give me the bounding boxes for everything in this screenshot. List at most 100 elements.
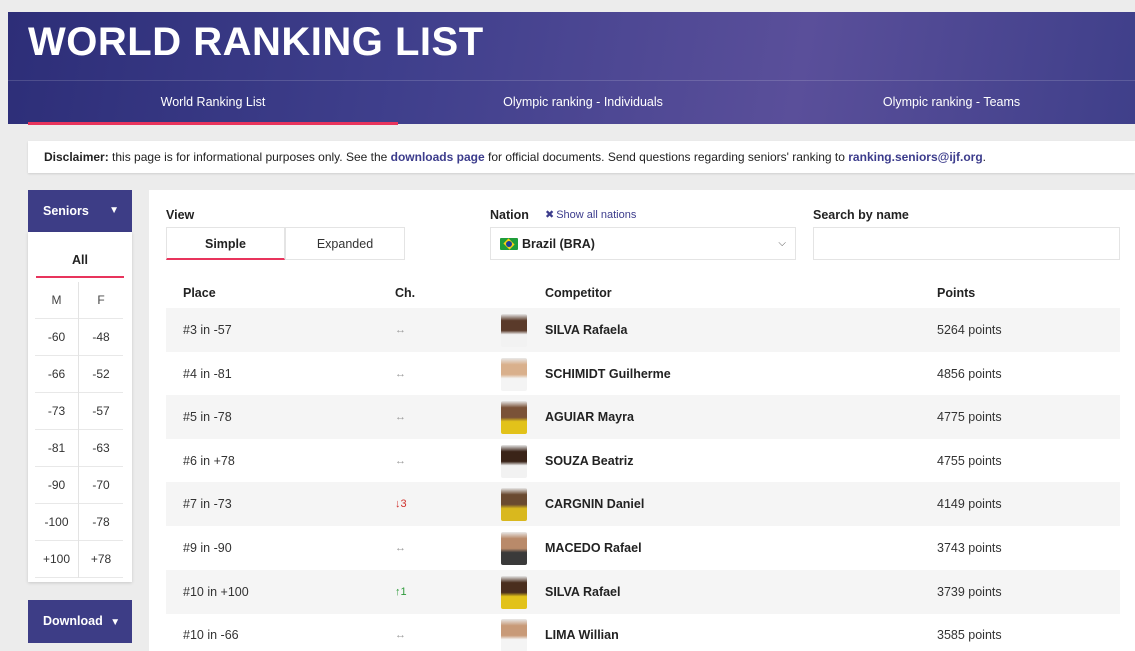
column-header-place[interactable]: Place (183, 286, 216, 300)
weight-women-item[interactable]: -57 (79, 393, 123, 430)
place-cell: #4 in -81 (183, 366, 232, 381)
competitor-name[interactable]: SOUZA Beatriz (545, 439, 633, 483)
competitor-photo[interactable] (501, 575, 527, 609)
search-label: Search by name (813, 208, 909, 222)
weight-women-item[interactable]: -52 (79, 356, 123, 393)
nation-label: Nation (490, 208, 529, 222)
competitor-name[interactable]: AGUIAR Mayra (545, 395, 634, 439)
chevron-down-icon: ⌵ (778, 238, 786, 249)
tab-olympic-ranking-teams[interactable]: Olympic ranking - Teams (768, 81, 1135, 125)
competitor-name[interactable]: CARGNIN Daniel (545, 482, 644, 526)
points-cell: 3743 points (937, 541, 1002, 555)
place-cell: #7 in -73 (183, 497, 232, 512)
weight-women-item[interactable]: -70 (79, 467, 123, 504)
table-row[interactable]: #10 in -66 ↔ LIMA Willian 3585 points (166, 613, 1120, 651)
weight-men-item[interactable]: -90 (35, 467, 78, 504)
weight-women-item[interactable]: -78 (79, 504, 123, 541)
weight-men-item[interactable]: +100 (35, 541, 78, 578)
weight-women-item[interactable]: +78 (79, 541, 123, 578)
change-cell: ↔ (395, 324, 406, 336)
tab-world-ranking-list[interactable]: World Ranking List (28, 81, 398, 125)
view-label: View (166, 208, 195, 222)
competitor-photo[interactable] (501, 314, 527, 347)
main-nav: World Ranking List Olympic ranking - Ind… (8, 80, 1135, 125)
disclaimer-text: . (982, 150, 986, 164)
show-all-nations-link[interactable]: ✖ Show all nations (545, 208, 636, 221)
points-cell: 3739 points (937, 584, 1002, 599)
points-cell: 4755 points (937, 453, 1002, 468)
category-dropdown-button[interactable]: Seniors ▼ (28, 190, 132, 232)
table-row[interactable]: #9 in -90 ↔ MACEDO Rafael 3743 points (166, 526, 1120, 570)
competitor-photo[interactable] (501, 619, 527, 651)
competitor-photo[interactable] (501, 401, 527, 435)
ranking-panel: View Simple Expanded Nation ✖ Show all na… (149, 190, 1135, 651)
table-row[interactable]: #10 in +100 ↑1 SILVA Rafael 3739 points (166, 569, 1120, 614)
weight-men-item[interactable]: -100 (35, 504, 78, 541)
competitor-name[interactable]: LIMA Willian (545, 613, 619, 651)
table-row[interactable]: #6 in +78 ↔ SOUZA Beatriz 4755 points (166, 439, 1120, 483)
change-cell: ↔ (395, 454, 406, 467)
download-button[interactable]: Download ▼ (28, 600, 132, 643)
place-cell: #9 in -90 (183, 541, 232, 555)
view-expanded-button[interactable]: Expanded (285, 227, 405, 260)
competitor-photo[interactable] (501, 444, 527, 478)
place-cell: #5 in -78 (183, 410, 232, 425)
points-cell: 3585 points (937, 628, 1002, 643)
points-cell: 5264 points (937, 323, 1002, 337)
weight-men-item[interactable]: -66 (35, 356, 78, 393)
x-icon: ✖ (545, 209, 555, 221)
brazil-flag-icon (500, 238, 518, 250)
weight-women-item[interactable]: -63 (79, 430, 123, 467)
competitor-name[interactable]: SILVA Rafaela (545, 308, 627, 352)
weight-category-panel: All M -60 -66 -73 -81 -90 -100 +100 F -4… (28, 232, 132, 582)
competitor-name[interactable]: MACEDO Rafael (545, 526, 642, 570)
table-row[interactable]: #5 in -78 ↔ AGUIAR Mayra 4775 points (166, 395, 1120, 440)
men-header[interactable]: M (35, 282, 78, 319)
caret-down-icon: ▼ (110, 617, 121, 628)
place-cell: #10 in +100 (183, 584, 249, 599)
place-cell: #10 in -66 (183, 628, 239, 643)
header-banner: WORLD RANKING LIST World Ranking List Ol… (8, 12, 1135, 125)
competitor-photo[interactable] (501, 532, 527, 565)
nation-value: Brazil (BRA) (522, 237, 595, 251)
table-row[interactable]: #4 in -81 ↔ SCHIMIDT Guilherme 4856 points (166, 352, 1120, 396)
weight-women-item[interactable]: -48 (79, 319, 123, 356)
table-row[interactable]: #3 in -57 ↔ SILVA Rafaela 5264 points (166, 308, 1120, 352)
women-header[interactable]: F (79, 282, 123, 319)
change-cell: ↓3 (395, 498, 407, 511)
category-label: Seniors (43, 204, 89, 218)
nation-select[interactable]: Brazil (BRA) ⌵ (490, 227, 796, 260)
disclaimer-text: this page is for informational purposes … (108, 150, 391, 164)
download-label: Download (43, 614, 103, 628)
downloads-page-link[interactable]: downloads page (391, 150, 485, 164)
column-header-competitor[interactable]: Competitor (545, 286, 612, 300)
men-weight-column: M -60 -66 -73 -81 -90 -100 +100 (35, 282, 79, 578)
change-cell: ↔ (395, 542, 406, 554)
table-row[interactable]: #7 in -73 ↓3 CARGNIN Daniel 4149 points (166, 482, 1120, 527)
change-cell: ↑1 (395, 585, 407, 598)
weight-men-item[interactable]: -81 (35, 430, 78, 467)
change-cell: ↔ (395, 629, 406, 642)
disclaimer-bar: Disclaimer: this page is for information… (28, 141, 1135, 173)
competitor-name[interactable]: SILVA Rafael (545, 570, 620, 614)
change-cell: ↔ (395, 367, 406, 380)
competitor-name[interactable]: SCHIMIDT Guilherme (545, 352, 671, 396)
points-cell: 4775 points (937, 410, 1002, 425)
ranking-email-link[interactable]: ranking.seniors@ijf.org (848, 150, 982, 164)
caret-down-icon: ▼ (109, 205, 119, 216)
view-simple-button[interactable]: Simple (166, 227, 285, 260)
search-by-name-input[interactable] (813, 227, 1120, 260)
disclaimer-text: for official documents. Send questions r… (484, 150, 849, 164)
show-all-label: Show all nations (556, 209, 637, 221)
competitor-photo[interactable] (501, 488, 527, 522)
tab-olympic-ranking-individuals[interactable]: Olympic ranking - Individuals (398, 81, 768, 125)
points-cell: 4149 points (937, 497, 1002, 512)
competitor-photo[interactable] (501, 357, 527, 391)
change-cell: ↔ (395, 411, 406, 424)
weight-all-tab[interactable]: All (36, 232, 124, 278)
column-header-points[interactable]: Points (937, 286, 975, 300)
column-header-change[interactable]: Ch. (395, 286, 415, 300)
weight-men-item[interactable]: -73 (35, 393, 78, 430)
weight-men-item[interactable]: -60 (35, 319, 78, 356)
points-cell: 4856 points (937, 366, 1002, 381)
